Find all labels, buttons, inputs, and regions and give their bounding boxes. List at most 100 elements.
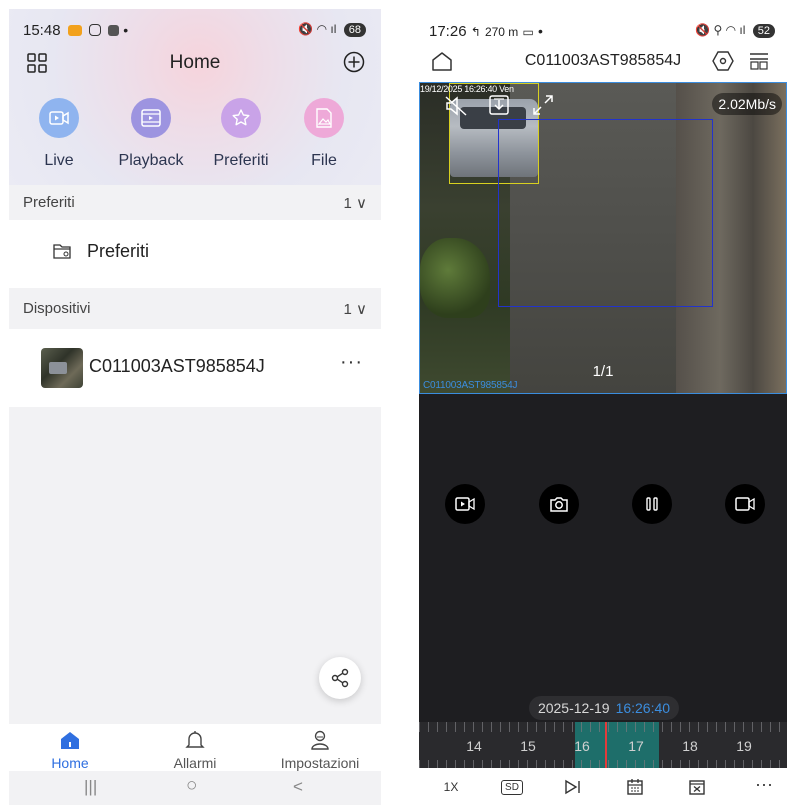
app-notification-icon xyxy=(67,25,82,36)
more-options-button[interactable]: ··· xyxy=(751,773,777,795)
tab-home[interactable]: Home xyxy=(15,730,125,771)
quality-label: SD xyxy=(501,779,523,795)
speaker-muted-icon[interactable] xyxy=(444,95,468,117)
tab-settings[interactable]: Impostazioni xyxy=(265,730,375,771)
calendar-icon xyxy=(627,779,643,795)
wifi-status-icon: ◠ xyxy=(316,22,328,36)
home-nav-button[interactable]: ○ xyxy=(186,775,197,797)
signal-status-icon: ıl xyxy=(739,23,746,37)
status-icons-right: 🔇 ⚲ ◠ ıl 52 xyxy=(695,23,775,38)
timeline-hour: 18 xyxy=(682,738,698,754)
device-more-icon[interactable]: ··· xyxy=(340,351,363,374)
timeline-hour: 14 xyxy=(466,738,482,754)
left-phone-screen: 15:48 • 🔇 ◠ ıl 68 Home Live Playback Pre… xyxy=(9,9,381,805)
playback-header-area: 17:26 ↰ 270 m ▭ • 🔇 ⚲ ◠ ıl 52 C011003AST… xyxy=(419,9,787,82)
signal-status-icon: ıl xyxy=(330,22,337,36)
favorites-item-label: Preferiti xyxy=(87,241,150,261)
screenshot-root: 15:48 • 🔇 ◠ ıl 68 Home Live Playback Pre… xyxy=(0,0,787,805)
timeline-ticks-bottom xyxy=(419,760,787,768)
favorites-count: 1 xyxy=(343,195,352,212)
split-view-menu-icon[interactable] xyxy=(748,51,770,71)
tab-alarms[interactable]: Allarmi xyxy=(140,730,250,771)
playback-time: 16:26:40 xyxy=(615,700,671,716)
quick-file-label: File xyxy=(311,152,337,169)
video-record-icon xyxy=(735,497,755,511)
gallery-notification-icon xyxy=(108,25,120,36)
next-frame-button[interactable] xyxy=(561,776,585,798)
snapshot-button[interactable] xyxy=(539,484,579,524)
add-device-icon[interactable] xyxy=(343,51,365,73)
clear-button[interactable] xyxy=(685,776,709,798)
chevron-down-icon: ∨ xyxy=(356,301,367,318)
favorites-section-header[interactable]: Preferiti 1 ∨ xyxy=(9,186,381,220)
tab-home-label: Home xyxy=(51,755,89,771)
battery-icon: 52 xyxy=(752,24,775,38)
settings-hexagon-icon[interactable] xyxy=(712,50,734,72)
timeline-cursor[interactable] xyxy=(605,722,607,768)
quick-file[interactable]: File xyxy=(279,98,369,170)
skip-next-icon xyxy=(565,779,580,795)
quality-button[interactable]: SD xyxy=(499,776,525,798)
recent-apps-button[interactable]: ||| xyxy=(84,777,97,797)
star-icon xyxy=(221,98,261,138)
dot-icon: • xyxy=(123,22,129,38)
back-nav-button[interactable]: < xyxy=(293,777,303,797)
calendar-button[interactable] xyxy=(623,776,647,798)
bell-icon xyxy=(185,731,205,748)
device-name: C011003AST985854J xyxy=(89,356,265,376)
device-list-item[interactable]: C011003AST985854J ··· xyxy=(9,329,381,407)
page-indicator: 1/1 xyxy=(592,363,614,380)
favorites-list-item[interactable]: Preferiti xyxy=(9,220,381,288)
devices-section-header[interactable]: Dispositivi 1 ∨ xyxy=(9,292,381,326)
record-clip-button[interactable] xyxy=(725,484,765,524)
location-status-icon: ⚲ xyxy=(713,23,723,37)
android-nav-bar: ||| ○ < xyxy=(9,771,381,805)
playback-timeline[interactable]: 14 15 16 17 18 19 xyxy=(419,722,787,768)
timeline-hour: 19 xyxy=(736,738,752,754)
camera-icon xyxy=(550,497,568,512)
quick-playback-label: Playback xyxy=(118,152,184,169)
record-download-icon[interactable] xyxy=(488,94,510,116)
cast-icon: ▭ xyxy=(522,25,534,39)
fullscreen-icon[interactable] xyxy=(532,94,554,116)
quick-favorites-label: Preferiti xyxy=(213,152,269,169)
playback-date-time[interactable]: 2025-12-19 16:26:40 xyxy=(529,696,679,720)
playback-button[interactable] xyxy=(445,484,485,524)
chevron-down-icon: ∨ xyxy=(356,195,367,212)
devices-section-toggle[interactable]: 1 ∨ xyxy=(344,300,368,318)
wifi-status-icon: ◠ xyxy=(725,23,737,37)
playback-toolbar: 1X SD ··· xyxy=(419,768,787,805)
status-time: 15:48 xyxy=(23,22,61,39)
navigation-distance: 270 m xyxy=(484,25,519,39)
favorites-section-toggle[interactable]: 1 ∨ xyxy=(344,194,368,212)
bitrate-badge: 2.02Mb/s xyxy=(712,93,782,115)
playback-film-icon xyxy=(131,98,171,138)
quick-live[interactable]: Live xyxy=(14,98,104,170)
home-icon xyxy=(61,732,79,749)
share-button[interactable] xyxy=(319,657,361,699)
device-thumbnail xyxy=(41,348,83,388)
video-bush xyxy=(420,238,490,318)
mute-status-icon: 🔇 xyxy=(695,23,711,37)
video-playback-icon xyxy=(455,497,475,511)
bottom-tab-bar: Home Allarmi Impostazioni xyxy=(9,724,381,771)
status-icons-left: 🔇 ◠ ıl 68 xyxy=(298,22,366,37)
user-icon xyxy=(311,730,329,750)
camera-video-view[interactable]: 19/12/2025 16:26:40 Ven 2.02Mb/s 1/1 C01… xyxy=(419,82,787,394)
speed-button[interactable]: 1X xyxy=(439,776,463,798)
tab-alarms-label: Allarmi xyxy=(173,755,217,771)
devices-count: 1 xyxy=(343,301,352,318)
favorites-section-title: Preferiti xyxy=(23,194,75,211)
timeline-ticks-top xyxy=(419,722,787,732)
quick-playback[interactable]: Playback xyxy=(106,98,196,170)
close-box-icon xyxy=(689,780,705,795)
folder-icon xyxy=(53,244,71,259)
quick-favorites[interactable]: Preferiti xyxy=(196,98,286,170)
timeline-hour: 16 xyxy=(574,738,590,754)
timeline-hour: 15 xyxy=(520,738,536,754)
page-title: Home xyxy=(169,52,221,73)
pause-button[interactable] xyxy=(632,484,672,524)
right-phone-screen: 17:26 ↰ 270 m ▭ • 🔇 ⚲ ◠ ıl 52 C011003AST… xyxy=(419,9,787,805)
status-bar-right: 17:26 ↰ 270 m ▭ • xyxy=(429,23,543,40)
camera-label: C011003AST985854J xyxy=(423,380,518,391)
